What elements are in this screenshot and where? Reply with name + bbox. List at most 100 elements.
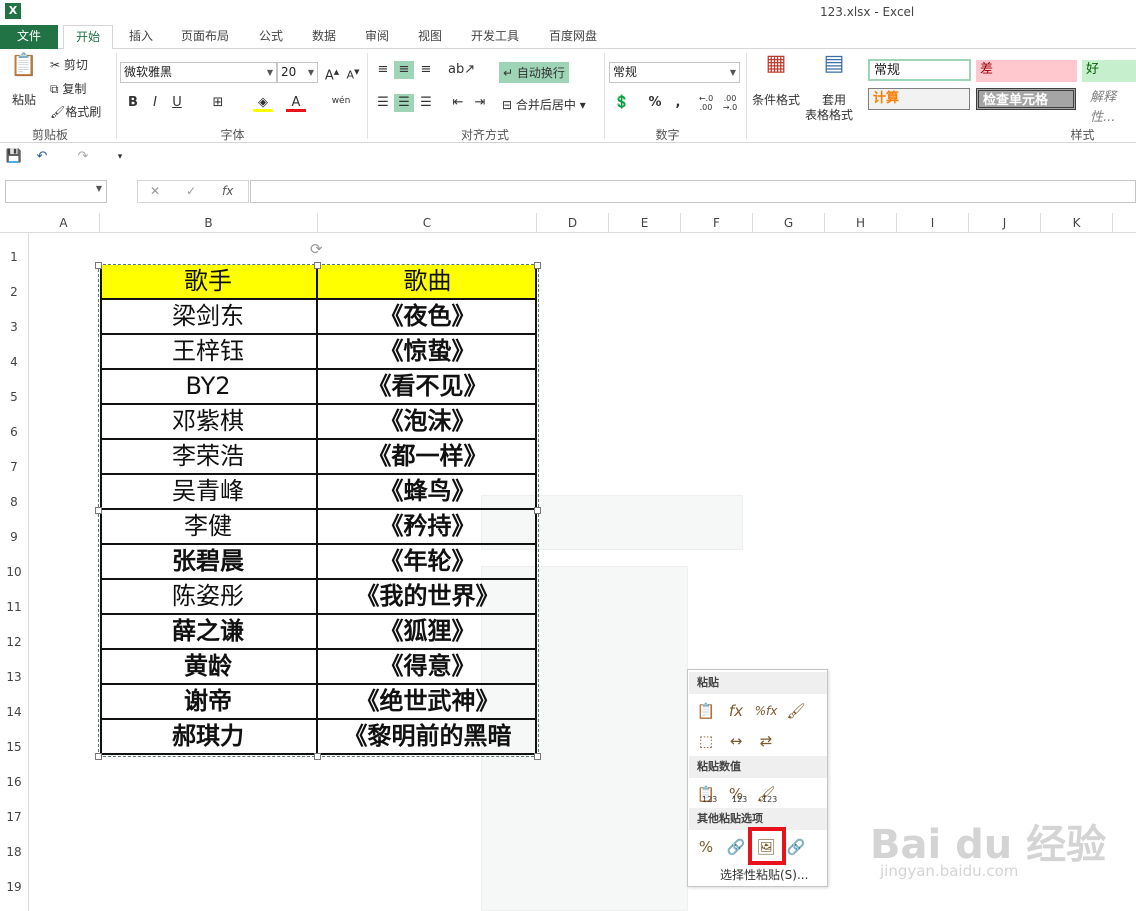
resize-handle[interactable] — [95, 262, 102, 269]
transpose-icon[interactable]: ⇄ — [754, 729, 778, 753]
row-header[interactable]: 17 — [0, 810, 28, 824]
resize-handle[interactable] — [534, 507, 541, 514]
undo-icon[interactable]: ↶ — [32, 148, 52, 166]
comma-button[interactable]: , — [668, 94, 688, 112]
paste-special-link[interactable]: 选择性粘贴(S)... — [720, 866, 808, 883]
column-header-f[interactable]: F — [681, 213, 753, 233]
column-header-k[interactable]: K — [1041, 213, 1113, 233]
font-name-combo[interactable]: 微软雅黑 ▼ — [120, 62, 277, 83]
style-calculation[interactable]: 计算 — [868, 88, 970, 110]
row-header[interactable]: 2 — [0, 285, 28, 299]
fx-icon[interactable]: fx — [222, 184, 233, 198]
wrap-text-button[interactable]: ↵ 自动换行 — [499, 62, 569, 83]
increase-indent-icon[interactable]: ⇥ — [470, 94, 490, 112]
tab-file[interactable]: 文件 — [0, 25, 58, 49]
row-header[interactable]: 10 — [0, 565, 28, 579]
column-header-d[interactable]: D — [537, 213, 609, 233]
row-header[interactable]: 13 — [0, 670, 28, 684]
align-bottom-icon[interactable]: ≡ — [416, 61, 436, 79]
row-header[interactable]: 12 — [0, 635, 28, 649]
formula-input[interactable] — [250, 180, 1136, 203]
style-bad[interactable]: 差 — [976, 60, 1077, 82]
no-borders-icon[interactable]: ⬚ — [694, 729, 718, 753]
rotate-handle-icon[interactable]: ⟳ — [310, 240, 323, 258]
enter-icon[interactable]: ✓ — [186, 184, 196, 198]
tab-insert[interactable]: 插入 — [120, 25, 162, 49]
tab-review[interactable]: 审阅 — [356, 25, 398, 49]
paste-icon[interactable]: 📋 — [694, 699, 718, 723]
font-color-button[interactable]: A — [286, 94, 306, 112]
redo-icon[interactable]: ↷ — [73, 148, 93, 166]
resize-handle[interactable] — [314, 753, 321, 760]
tab-baidu-netdisk[interactable]: 百度网盘 — [541, 25, 605, 49]
cancel-icon[interactable]: ✕ — [150, 184, 160, 198]
paste-link-icon[interactable]: 🔗 — [724, 835, 748, 859]
row-header[interactable]: 18 — [0, 845, 28, 859]
percent-button[interactable]: % — [645, 94, 665, 112]
values-number-format-icon[interactable]: % 123 — [724, 782, 748, 806]
number-format-combo[interactable]: 常规 ▼ — [609, 62, 740, 83]
copy-button[interactable]: ⧉ 复制 — [50, 80, 86, 97]
row-header[interactable]: 4 — [0, 355, 28, 369]
tab-home[interactable]: 开始 — [63, 25, 113, 50]
column-header-e[interactable]: E — [609, 213, 681, 233]
column-header-h[interactable]: H — [825, 213, 897, 233]
grow-font-icon[interactable]: A▲ — [322, 63, 342, 83]
merge-center-button[interactable]: ⊟ 合并后居中 ▾ — [502, 96, 586, 113]
row-header[interactable]: 5 — [0, 390, 28, 404]
resize-handle[interactable] — [314, 262, 321, 269]
font-size-combo[interactable]: 20 ▼ — [277, 62, 318, 83]
orientation-icon[interactable]: ab↗ — [448, 61, 475, 79]
paste-values-icon[interactable]: 📋 123 — [694, 782, 718, 806]
align-center-icon[interactable]: ☰ — [394, 94, 414, 112]
values-source-formatting-icon[interactable]: 🖌 123 — [754, 782, 778, 806]
format-painter-button[interactable]: 🖌格式刷 — [50, 103, 101, 120]
row-header[interactable]: 1 — [0, 250, 28, 264]
linked-picture-icon[interactable]: 🔗 — [784, 835, 808, 859]
italic-button[interactable]: I — [145, 94, 165, 112]
column-header-a[interactable]: A — [28, 213, 100, 233]
fill-color-icon[interactable]: ◈ — [253, 94, 273, 112]
paste-button[interactable]: 粘贴 — [12, 91, 36, 108]
phonetic-icon[interactable]: wén — [330, 92, 352, 110]
style-good[interactable]: 好 — [1082, 60, 1136, 82]
row-header[interactable]: 7 — [0, 460, 28, 474]
keep-source-formatting-icon[interactable]: 🖌 — [784, 699, 808, 723]
cut-button[interactable]: ✂ 剪切 — [50, 56, 88, 73]
row-header[interactable]: 19 — [0, 880, 28, 894]
underline-button[interactable]: U — [167, 94, 187, 112]
conditional-format-icon[interactable]: ▦ — [762, 53, 790, 83]
decrease-indent-icon[interactable]: ⇤ — [448, 94, 468, 112]
row-header[interactable]: 15 — [0, 740, 28, 754]
paste-formatting-icon[interactable]: % — [694, 835, 718, 859]
tab-data[interactable]: 数据 — [303, 25, 345, 49]
row-header[interactable]: 14 — [0, 705, 28, 719]
borders-icon[interactable]: ⊞ — [208, 94, 228, 112]
align-top-icon[interactable]: ≡ — [373, 61, 393, 79]
shrink-font-icon[interactable]: A▼ — [343, 63, 363, 82]
column-header-j[interactable]: J — [969, 213, 1041, 233]
resize-handle[interactable] — [95, 753, 102, 760]
customize-qat-icon[interactable]: ▾ — [110, 148, 130, 166]
decrease-decimal-button[interactable]: .00 →.0 — [719, 94, 741, 112]
increase-decimal-button[interactable]: ←.0 .00 — [695, 94, 717, 112]
currency-icon[interactable]: 💲 — [612, 94, 632, 112]
table-format-button-line2[interactable]: 表格格式 — [805, 106, 853, 123]
column-header-b[interactable]: B — [100, 213, 318, 233]
resize-handle[interactable] — [534, 262, 541, 269]
row-header[interactable]: 8 — [0, 495, 28, 509]
bold-button[interactable]: B — [123, 94, 143, 112]
row-header[interactable]: 9 — [0, 530, 28, 544]
column-header-c[interactable]: C — [318, 213, 537, 233]
align-middle-icon[interactable]: ≡ — [394, 61, 414, 79]
column-header-g[interactable]: G — [753, 213, 825, 233]
tab-view[interactable]: 视图 — [409, 25, 451, 49]
resize-handle[interactable] — [534, 753, 541, 760]
resize-handle[interactable] — [95, 507, 102, 514]
align-left-icon[interactable]: ☰ — [373, 94, 393, 112]
row-header[interactable]: 3 — [0, 320, 28, 334]
conditional-format-button[interactable]: 条件格式 — [752, 91, 800, 108]
save-icon[interactable]: 💾 — [4, 148, 24, 166]
tab-developer[interactable]: 开发工具 — [463, 25, 527, 49]
row-header[interactable]: 16 — [0, 775, 28, 789]
